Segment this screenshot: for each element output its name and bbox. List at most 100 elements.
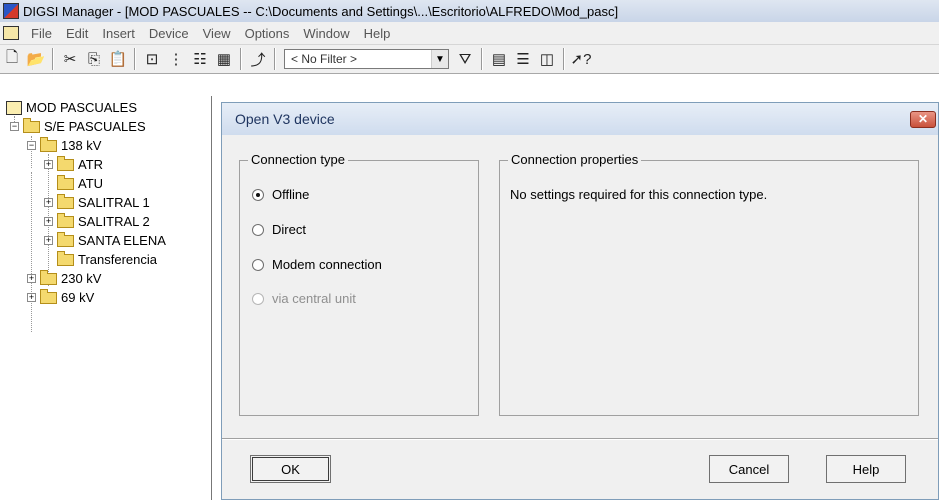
menu-help[interactable]: Help <box>357 26 398 41</box>
radio-button <box>252 292 264 305</box>
folder-icon <box>57 193 74 209</box>
chevron-down-icon[interactable]: ▼ <box>431 50 448 68</box>
project-icon <box>6 100 22 115</box>
radio-direct[interactable]: Direct <box>252 222 306 237</box>
tree-item-station[interactable]: − S/E PASCUALES <box>10 117 146 136</box>
toolbar-separator <box>563 48 565 70</box>
menu-file[interactable]: File <box>24 26 59 41</box>
radio-offline[interactable]: Offline <box>252 187 309 202</box>
filter-select[interactable]: < No Filter > ▼ <box>284 49 449 69</box>
tree-item-atu[interactable]: ATU <box>57 174 103 193</box>
radio-button[interactable] <box>252 258 264 271</box>
radio-button[interactable] <box>252 188 264 201</box>
window-columns-icon[interactable]: ◫ <box>536 48 558 70</box>
list-view-icon[interactable]: ☷ <box>189 48 211 70</box>
tree-item-atr[interactable]: + ATR <box>44 155 103 174</box>
expand-icon[interactable]: + <box>44 160 53 169</box>
title-bar: DIGSI Manager - [MOD PASCUALES -- C:\Doc… <box>0 0 939 22</box>
expand-icon[interactable]: + <box>27 293 36 302</box>
toolbar-separator <box>134 48 136 70</box>
open-device-dialog: Open V3 device ✕ Connection type Offline… <box>221 102 939 500</box>
small-icons-icon[interactable]: ⋮ <box>165 48 187 70</box>
radio-label: via central unit <box>272 291 356 306</box>
tree-item-label: ATU <box>78 176 104 191</box>
open-folder-icon[interactable]: 📂 <box>25 48 47 70</box>
copy-icon[interactable]: ⎘ <box>83 48 105 70</box>
tree-item-label: SALITRAL 2 <box>78 214 150 229</box>
folder-icon <box>57 212 74 228</box>
filter-settings-icon[interactable]: ⛛ <box>454 48 476 70</box>
radio-label: Modem connection <box>272 257 382 272</box>
folder-icon <box>40 269 57 285</box>
tree-item-label: Transferencia <box>78 252 157 267</box>
folder-icon <box>40 288 57 304</box>
toolbar: 🗋 📂 ✂ ⎘ 📋 ⊡ ⋮ ☷ ▦ ⤴ < No Filter > ▼ ⛛ ▤ … <box>0 44 939 74</box>
connection-properties-label: Connection properties <box>508 152 642 167</box>
close-icon[interactable]: ✕ <box>910 110 936 128</box>
expand-icon[interactable]: + <box>44 198 53 207</box>
folder-icon <box>23 117 40 133</box>
tree-root[interactable]: MOD PASCUALES <box>6 98 137 117</box>
help-button[interactable]: Help <box>826 455 906 483</box>
new-file-icon[interactable]: 🗋 <box>1 48 23 70</box>
menu-window[interactable]: Window <box>296 26 356 41</box>
cut-icon[interactable]: ✂ <box>59 48 81 70</box>
folder-icon <box>57 250 74 266</box>
menu-view[interactable]: View <box>196 26 238 41</box>
tree-item-salitral-1[interactable]: + SALITRAL 1 <box>44 193 150 212</box>
tree-item-transferencia[interactable]: Transferencia <box>57 250 157 269</box>
menu-bar: File Edit Insert Device View Options Win… <box>0 22 939 44</box>
expand-icon[interactable]: + <box>44 217 53 226</box>
network-icon[interactable]: ▤ <box>488 48 510 70</box>
filter-value: < No Filter > <box>291 52 358 66</box>
tree-item-230kv[interactable]: + 230 kV <box>27 269 101 288</box>
folder-icon <box>57 174 74 190</box>
window-split-icon[interactable]: ☰ <box>512 48 534 70</box>
tree-item-label: 138 kV <box>61 138 102 153</box>
tree-item-label: SALITRAL 1 <box>78 195 150 210</box>
radio-button[interactable] <box>252 223 264 236</box>
radio-label: Direct <box>272 222 306 237</box>
cancel-button[interactable]: Cancel <box>709 455 789 483</box>
collapse-icon[interactable]: − <box>10 122 19 131</box>
radio-modem[interactable]: Modem connection <box>252 257 382 272</box>
menu-edit[interactable]: Edit <box>59 26 95 41</box>
document-icon[interactable] <box>3 26 19 40</box>
menu-device[interactable]: Device <box>142 26 196 41</box>
expand-icon[interactable]: + <box>44 236 53 245</box>
folder-icon <box>40 136 57 152</box>
up-folder-icon[interactable]: ⤴ <box>247 48 269 70</box>
context-help-icon[interactable]: ➚? <box>570 48 592 70</box>
project-tree[interactable]: MOD PASCUALES − S/E PASCUALES − 138 kV +… <box>0 96 212 500</box>
tree-item-label: 230 kV <box>61 271 102 286</box>
collapse-icon[interactable]: − <box>27 141 36 150</box>
large-icons-icon[interactable]: ⊡ <box>141 48 163 70</box>
ok-button[interactable]: OK <box>250 455 331 483</box>
dialog-title: Open V3 device <box>235 111 335 127</box>
tree-item-salitral-2[interactable]: + SALITRAL 2 <box>44 212 150 231</box>
folder-icon <box>57 231 74 247</box>
tree-item-santa-elena[interactable]: + SANTA ELENA <box>44 231 166 250</box>
radio-central-unit: via central unit <box>252 291 356 306</box>
app-icon <box>3 3 19 19</box>
dialog-divider <box>222 438 938 440</box>
tree-item-label: 69 kV <box>61 290 95 305</box>
expand-icon[interactable]: + <box>27 274 36 283</box>
window-title: DIGSI Manager - [MOD PASCUALES -- C:\Doc… <box>23 3 619 19</box>
menu-options[interactable]: Options <box>238 26 297 41</box>
tree-item-label: SANTA ELENA <box>78 233 166 248</box>
tree-root-label: MOD PASCUALES <box>26 100 138 115</box>
toolbar-separator <box>481 48 483 70</box>
menu-insert[interactable]: Insert <box>95 26 142 41</box>
connection-properties-group: Connection properties No settings requir… <box>499 152 919 416</box>
radio-label: Offline <box>272 187 310 202</box>
toolbar-separator <box>240 48 242 70</box>
connection-type-label: Connection type <box>248 152 348 167</box>
paste-icon[interactable]: 📋 <box>107 48 129 70</box>
dialog-title-bar: Open V3 device ✕ <box>222 103 938 135</box>
details-view-icon[interactable]: ▦ <box>213 48 235 70</box>
tree-item-69kv[interactable]: + 69 kV <box>27 288 94 307</box>
toolbar-separator <box>52 48 54 70</box>
toolbar-separator <box>274 48 276 70</box>
tree-item-138kv[interactable]: − 138 kV <box>27 136 101 155</box>
